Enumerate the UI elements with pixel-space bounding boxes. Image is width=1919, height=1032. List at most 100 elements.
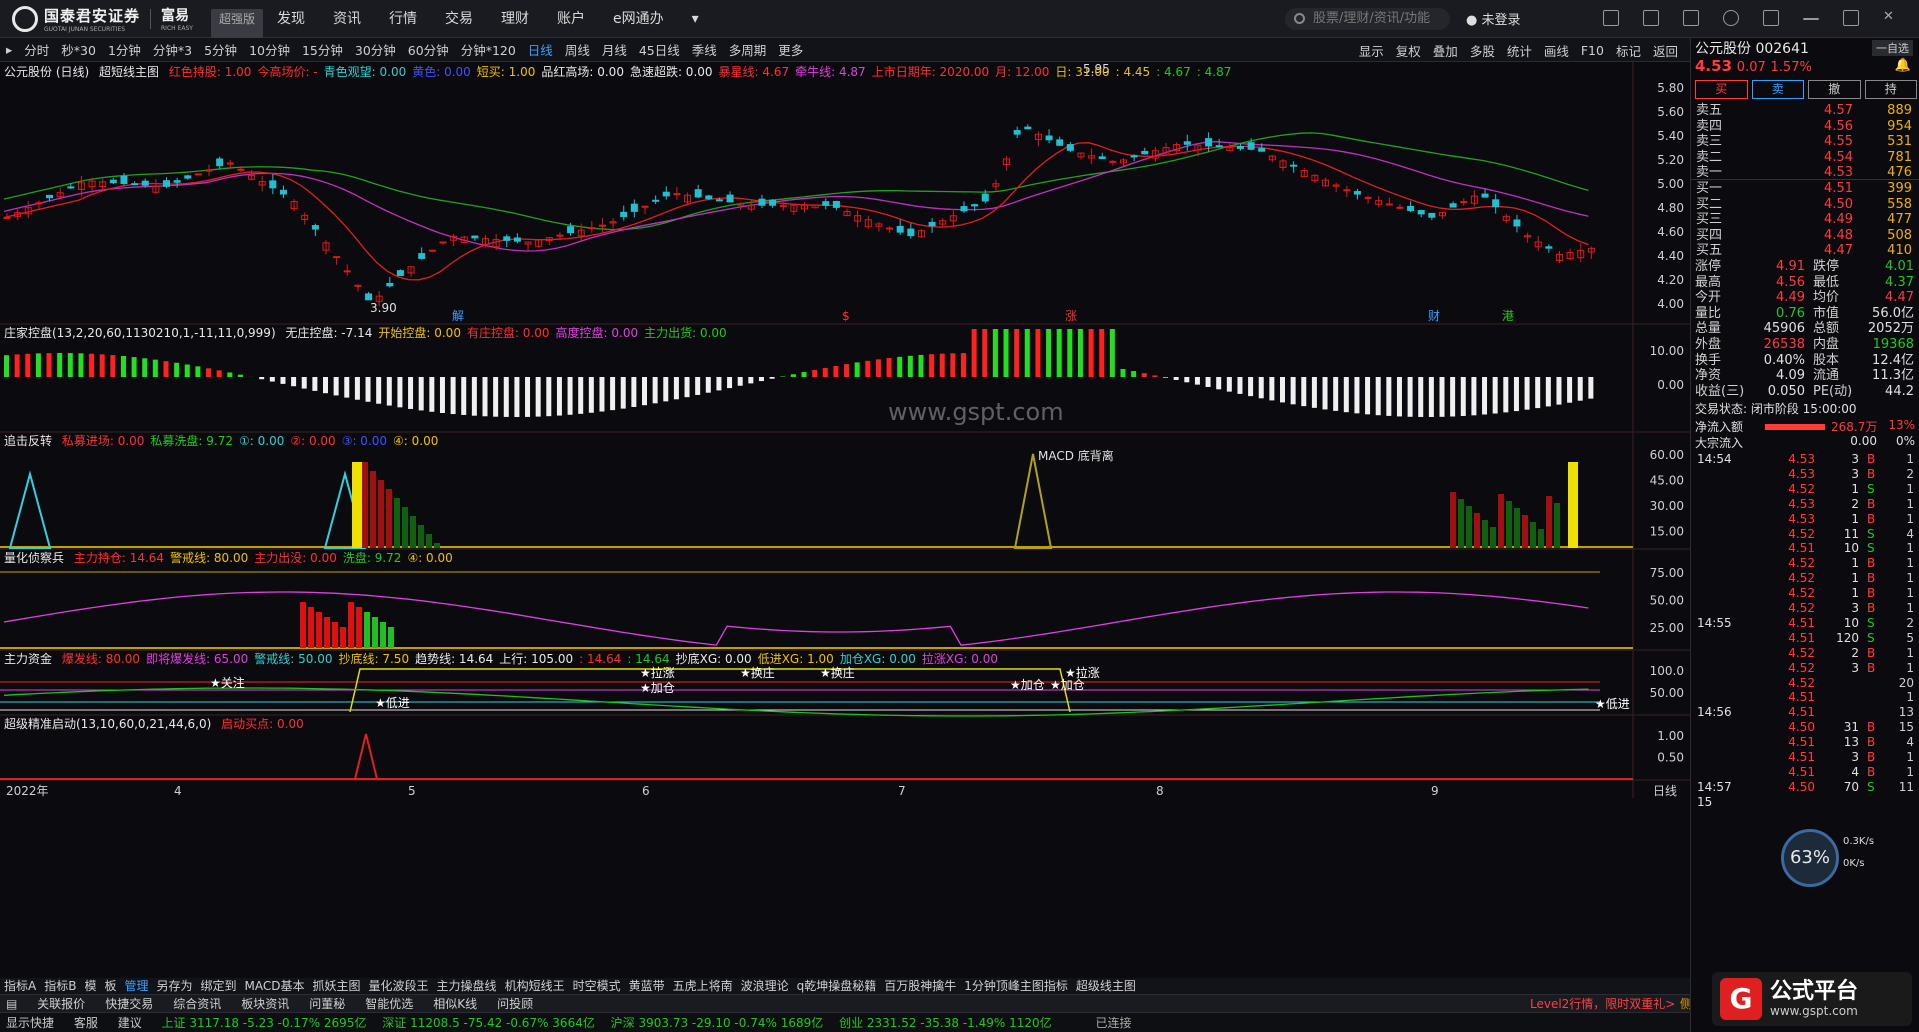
close-icon[interactable]: ✕ — [1883, 10, 1899, 26]
indicator-tab[interactable]: 量化波段王 — [365, 979, 433, 993]
period-tab[interactable]: 分钟*120 — [455, 40, 522, 59]
bottom-bar-item[interactable]: 智能优选 — [355, 997, 423, 1011]
menu-item[interactable]: 复权 — [1390, 41, 1427, 60]
period-tab[interactable]: 45日线 — [633, 40, 686, 59]
nav-item[interactable]: 发现 — [263, 0, 319, 38]
indicator-tab[interactable]: 抓妖主图 — [309, 979, 365, 993]
indicator-tab[interactable]: 时空模式 — [569, 979, 625, 993]
indicator-tab[interactable]: 绑定到 — [197, 979, 241, 993]
period-tab[interactable]: 秒*30 — [55, 40, 102, 59]
nav-item[interactable]: 理财 — [487, 0, 543, 38]
shirt-icon[interactable] — [1763, 10, 1779, 26]
cancel-order-button[interactable]: 撤 — [1808, 80, 1861, 99]
bottom-bar-item[interactable]: 问投顾 — [487, 997, 543, 1011]
sidebar-toggle-icon[interactable]: ▸ — [0, 42, 18, 57]
bar-mark — [332, 622, 338, 648]
indicator-tab[interactable]: q乾坤操盘秘籍 — [793, 979, 881, 993]
indicator-tab[interactable]: 五虎上将南 — [669, 979, 737, 993]
menu-item[interactable]: F10 — [1575, 43, 1610, 58]
period-tab[interactable]: 1分钟 — [102, 40, 147, 59]
main-indicator-name[interactable]: 超短线主图 — [99, 65, 159, 79]
period-tab[interactable]: 多周期 — [723, 40, 773, 59]
sell-button[interactable]: 卖 — [1751, 80, 1804, 99]
speed-gauge[interactable]: 63% — [1781, 829, 1839, 887]
bell-icon[interactable]: 🔔 — [1895, 58, 1911, 73]
period-tab[interactable]: 更多 — [772, 40, 809, 59]
mail-icon[interactable] — [1603, 10, 1619, 26]
indicator-tab[interactable]: 超级线主图 — [1072, 979, 1140, 993]
menu-item[interactable]: 统计 — [1501, 41, 1538, 60]
index-cy[interactable]: 创业 2331.52 -35.38 -1.49% 1120亿 — [827, 1016, 1052, 1030]
period-tab[interactable]: 分钟*3 — [147, 40, 198, 59]
bottom-bar-item[interactable]: 关联报价 — [27, 997, 95, 1011]
grid-icon[interactable] — [1683, 10, 1699, 26]
period-tab[interactable]: 季线 — [686, 40, 723, 59]
indicator-tab[interactable]: 另存为 — [153, 979, 197, 993]
nav-item[interactable]: e网通办 — [599, 0, 678, 38]
menu-item[interactable]: 多股 — [1464, 41, 1501, 60]
bottom-bar-item[interactable]: 问董秘 — [299, 997, 355, 1011]
menu-item[interactable]: 返回 — [1647, 41, 1684, 60]
menu-item[interactable]: 显示 — [1353, 41, 1390, 60]
menu-item[interactable]: 画线 — [1538, 41, 1575, 60]
period-tab[interactable]: 周线 — [559, 40, 596, 59]
indicator-tab[interactable]: 波浪理论 — [737, 979, 793, 993]
period-tab-selected[interactable]: 日线 — [522, 40, 559, 59]
candle-body — [556, 234, 564, 237]
bottom-bar-item[interactable]: 板块资讯 — [231, 997, 299, 1011]
settings-icon[interactable] — [1723, 10, 1739, 26]
period-tab[interactable]: 15分钟 — [296, 40, 349, 59]
chart-area[interactable]: 5.80 5.60 5.40 5.20 5.00 4.80 4.60 4.40 4.20 4.00… — [0, 62, 1690, 978]
chevron-down-icon[interactable]: ▾ — [678, 0, 713, 38]
indicator-tab[interactable]: 1分钟顶峰主图指标 — [960, 979, 1072, 993]
bar-mark — [1280, 377, 1285, 403]
nav-item[interactable]: 交易 — [431, 0, 487, 38]
period-tab[interactable]: 10分钟 — [243, 40, 296, 59]
bottom-bar-item[interactable]: 快捷交易 — [95, 997, 163, 1011]
minimize-icon[interactable] — [1803, 18, 1819, 20]
index-hs[interactable]: 沪深 3903.73 -29.10 -0.74% 1689亿 — [599, 1016, 824, 1030]
indicator-tab[interactable]: MACD基本 — [241, 979, 309, 993]
indicator-tab[interactable]: 机构短线王 — [501, 979, 569, 993]
period-tab[interactable]: 5分钟 — [198, 40, 243, 59]
menu-item[interactable]: 标记 — [1610, 41, 1647, 60]
bar-mark — [907, 355, 913, 377]
add-watchlist-button[interactable]: 一自选 — [1872, 40, 1913, 56]
indicator-tab[interactable]: 指标A — [0, 979, 40, 993]
indicator-tab[interactable]: 管理 — [120, 979, 152, 993]
restore-icon[interactable] — [1843, 10, 1859, 26]
indicator-tab[interactable]: 指标B — [40, 979, 80, 993]
index-sh[interactable]: 上证 3117.18 -5.23 -0.17% 2695亿 — [146, 1016, 367, 1030]
holdings-button[interactable]: 持 — [1864, 80, 1917, 99]
period-tab[interactable]: 30分钟 — [349, 40, 402, 59]
index-sz[interactable]: 深证 11208.5 -75.42 -0.67% 3664亿 — [370, 1016, 595, 1030]
period-tab[interactable]: 60分钟 — [402, 40, 455, 59]
indicator-tab[interactable]: 模 — [80, 979, 100, 993]
chart-canvas[interactable]: 5.80 5.60 5.40 5.20 5.00 4.80 4.60 4.40 4.20 4.00… — [0, 62, 1690, 978]
search-input[interactable]: 股票/理财/资讯/功能 — [1285, 8, 1450, 30]
service-link[interactable]: 客服 — [58, 1016, 98, 1030]
quick-display[interactable]: 显示快捷 — [0, 1016, 54, 1030]
menu-item[interactable]: 叠加 — [1427, 41, 1464, 60]
window-controls: ✕ — [1603, 10, 1899, 26]
login-button[interactable]: ● 未登录 — [1466, 9, 1521, 28]
bar-mark — [365, 377, 371, 402]
period-tab[interactable]: 分时 — [18, 40, 55, 59]
indicator-tab[interactable]: 板 — [100, 979, 120, 993]
suggest-link[interactable]: 建议 — [102, 1016, 142, 1030]
buy-button[interactable]: 买 — [1695, 80, 1748, 99]
bottom-bar-item[interactable]: 相似K线 — [423, 997, 487, 1011]
period-tab[interactable]: 月线 — [596, 40, 633, 59]
brand-logo[interactable]: 国泰君安证券 GUOTAI JUNAN SECURITIES 富易 RICH E… — [12, 0, 193, 38]
indicator-tab[interactable]: 主力操盘线 — [433, 979, 501, 993]
level2-promo[interactable]: Level2行情，限时双重礼> — [1530, 995, 1675, 1013]
nav-item[interactable]: 行情 — [375, 0, 431, 38]
lock-icon[interactable] — [1643, 10, 1659, 26]
bottom-bar-item[interactable]: 综合资讯 — [163, 997, 231, 1011]
nav-item[interactable]: 资讯 — [319, 0, 375, 38]
panel-icon[interactable]: ▤ — [0, 997, 23, 1011]
nav-item[interactable]: 账户 — [543, 0, 599, 38]
indicator-tab[interactable]: 百万股神擒牛 — [880, 979, 960, 993]
edition-badge[interactable]: 超强版 — [210, 8, 263, 38]
indicator-tab[interactable]: 黄蓝带 — [625, 979, 669, 993]
